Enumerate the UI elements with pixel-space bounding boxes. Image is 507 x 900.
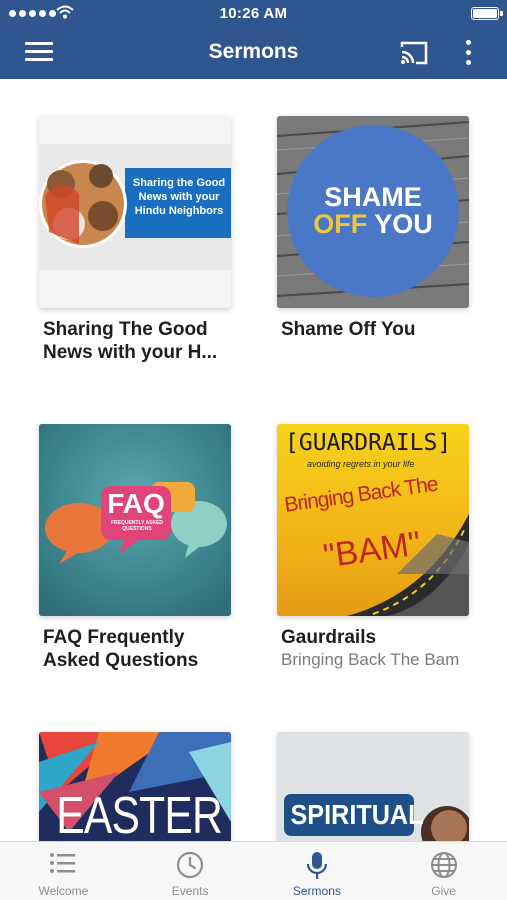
status-time: 10:26 AM <box>219 5 288 22</box>
tab-events[interactable]: Events <box>127 842 254 900</box>
thumbnail-word-off: OFF <box>313 209 368 239</box>
sermon-thumbnail: FAQ FREQUENTLY ASKED QUESTIONS <box>39 424 231 616</box>
page-title: Sermons <box>208 40 299 63</box>
clock-icon <box>177 851 204 879</box>
thumbnail-subheadline: OFF YOU <box>277 210 469 238</box>
sermon-thumbnail: [GUARDRAILS] avoiding regrets in your li… <box>277 424 469 616</box>
thumbnail-caption-line2: QUESTIONS <box>122 526 152 532</box>
tab-sermons[interactable]: Sermons <box>254 842 381 900</box>
thumbnail-headline: SPIRITUAL <box>290 799 424 830</box>
sermon-card-faq[interactable]: FAQ FREQUENTLY ASKED QUESTIONS <box>39 424 231 616</box>
sermon-card-gaurdrails[interactable]: [GUARDRAILS] avoiding regrets in your li… <box>277 424 469 616</box>
thumbnail-caption: Sharing the Good News with your Hindu Ne… <box>132 177 226 217</box>
thumbnail-caption: FREQUENTLY ASKED QUESTIONS <box>101 520 173 532</box>
tab-label: Give <box>431 884 456 898</box>
thumbnail-word-you: YOU <box>374 209 433 239</box>
sermon-card-easter[interactable]: EASTER <box>39 732 231 842</box>
sermon-title: FAQ Frequently Asked Questions <box>43 627 199 671</box>
sermon-thumbnail: SHAME OFF YOU <box>277 116 469 308</box>
tab-label: Events <box>171 884 209 898</box>
thumbnail-header: [GUARDRAILS] <box>285 430 452 456</box>
sermon-title: Shame Off You <box>281 319 416 340</box>
sermon-thumbnail: EASTER <box>39 732 231 842</box>
sermon-card-sharing-good-news[interactable]: Sharing the Good News with your Hindu Ne… <box>39 116 231 308</box>
sermon-list: Sharing the Good News with your Hindu Ne… <box>0 79 507 842</box>
tab-give[interactable]: Give <box>380 842 507 900</box>
thumbnail-headline: EASTER <box>56 787 223 842</box>
sermon-card-shame-off-you[interactable]: SHAME OFF YOU <box>277 116 469 308</box>
more-options-icon[interactable] <box>459 39 477 67</box>
thumbnail-tagline: avoiding regrets in your life <box>307 459 415 469</box>
status-bar: 10:26 AM <box>0 0 507 28</box>
sermon-thumbnail: SPIRITUAL <box>277 732 469 842</box>
sermon-title: Sharing The Good News with your H... <box>43 319 218 363</box>
thumbnail-headline: FAQ <box>107 488 165 519</box>
globe-icon <box>430 852 457 878</box>
top-bar: 10:26 AM Sermons <box>0 0 507 79</box>
sermon-subtitle: Bringing Back The Bam <box>281 650 460 669</box>
tab-label: Welcome <box>38 884 89 898</box>
tab-bar: Welcome Events Sermons Give <box>0 841 507 900</box>
list-icon <box>50 853 76 873</box>
sermon-thumbnail: Sharing the Good News with your Hindu Ne… <box>39 116 231 308</box>
microphone-icon <box>306 852 327 879</box>
tab-label: Sermons <box>292 884 341 898</box>
battery-icon <box>471 7 503 20</box>
navigation-bar: Sermons <box>0 28 507 79</box>
cast-icon[interactable] <box>399 40 429 66</box>
thumbnail-headline: SHAME <box>324 182 422 212</box>
sermon-title: Gaurdrails <box>281 627 377 648</box>
tab-welcome[interactable]: Welcome <box>0 842 127 900</box>
sermon-card-spiritual[interactable]: SPIRITUAL <box>277 732 469 842</box>
